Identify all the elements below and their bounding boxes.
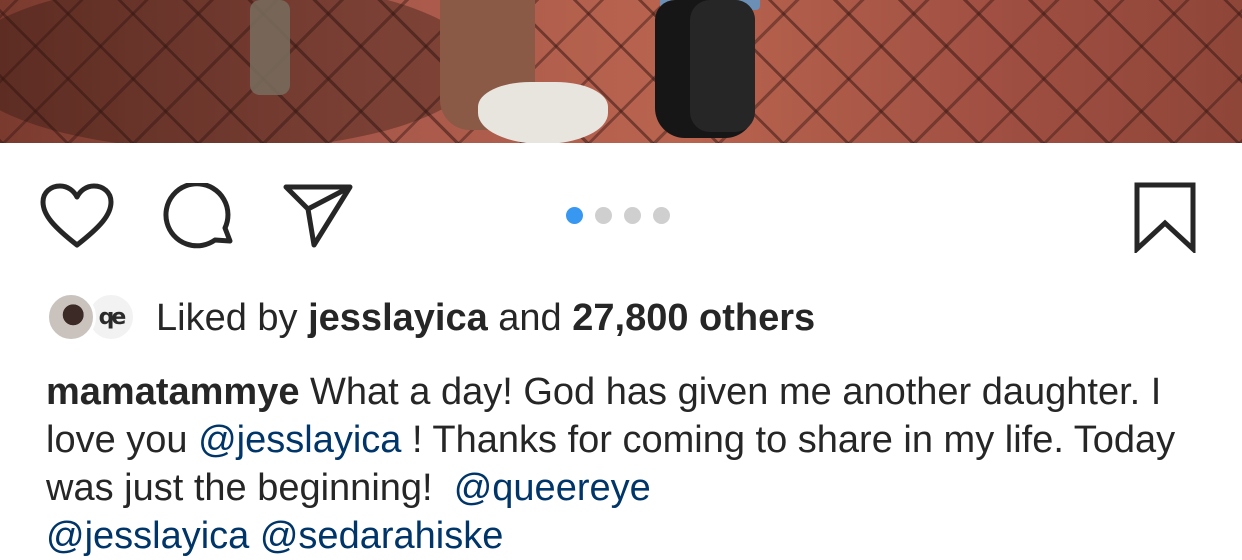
post-caption: mamatammye What a day! God has given me … (46, 368, 1216, 560)
caption-username[interactable]: mamatammye (46, 371, 299, 413)
paper-plane-icon[interactable] (282, 183, 354, 249)
likes-prefix: Liked by (156, 296, 298, 339)
caption-mentions-line[interactable]: @jesslayica @sedarahiske (46, 515, 503, 557)
carousel-dot-active (566, 207, 583, 224)
likes-text: Liked by jesslayica and 27,800 others (156, 297, 815, 340)
carousel-dot (653, 207, 670, 224)
caption-mention[interactable]: @queereye (454, 467, 651, 509)
bookmark-outline-icon[interactable] (1133, 181, 1197, 253)
post-photo[interactable] (0, 0, 1242, 143)
likes-conjunction: and (498, 296, 562, 339)
caption-mention[interactable]: @jesslayica (198, 419, 401, 461)
carousel-dot (624, 207, 641, 224)
liker-username-link[interactable]: jesslayica (308, 297, 488, 339)
carousel-indicator (566, 207, 670, 224)
likes-summary: qe Liked by jesslayica and 27,800 others (46, 290, 815, 346)
carousel-dot (595, 207, 612, 224)
comment-bubble-icon[interactable] (163, 183, 235, 253)
likes-count-link[interactable]: 27,800 others (572, 297, 815, 339)
liker-avatars[interactable]: qe (46, 291, 142, 345)
avatar[interactable] (46, 292, 96, 342)
heart-outline-icon[interactable] (40, 183, 114, 249)
